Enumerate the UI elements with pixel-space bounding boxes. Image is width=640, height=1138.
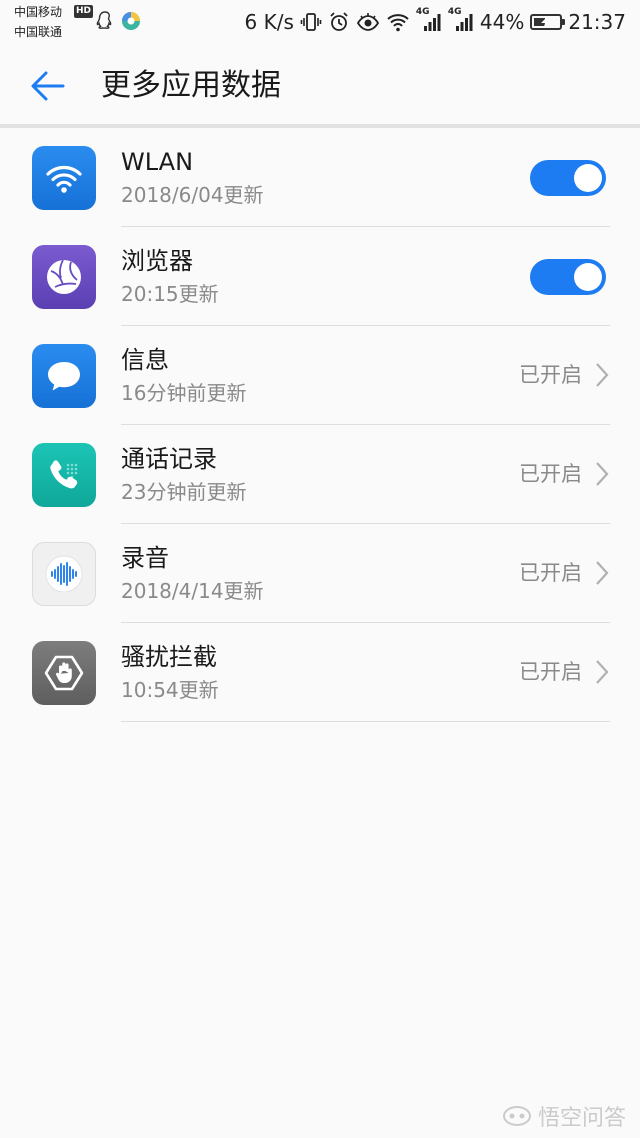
app-name: 骚扰拦截	[121, 643, 217, 671]
recorder-app-icon	[32, 542, 96, 606]
list-item-call-log[interactable]: 通话记录 23分钟前更新 已开启	[0, 425, 640, 524]
browser-toggle[interactable]	[530, 259, 606, 295]
divider	[121, 721, 610, 722]
battery-percent: 44%	[479, 10, 525, 34]
watermark-text: 悟空问答	[537, 1106, 626, 1131]
chevron-right-icon	[596, 561, 609, 585]
app-name: 通话记录	[121, 445, 217, 473]
harassment-block-app-icon	[32, 641, 96, 705]
app-name: 信息	[121, 346, 169, 374]
watermark: 悟空问答	[502, 1100, 626, 1132]
status-text: 已开启	[519, 660, 582, 684]
app-name: 录音	[121, 544, 169, 572]
carrier-2-label: 中国联通	[14, 25, 63, 39]
back-button[interactable]	[20, 62, 76, 110]
chevron-right-icon	[596, 660, 609, 684]
wlan-toggle[interactable]	[530, 160, 606, 196]
app-name: 浏览器	[121, 247, 193, 275]
hd-badge: HD	[74, 5, 94, 18]
app-update-time: 10:54更新	[121, 678, 219, 702]
status-bar-right: 6 K/s 4G 4G 44% 21:37	[245, 7, 626, 37]
colorful-app-icon	[122, 12, 140, 30]
clock: 21:37	[568, 10, 626, 34]
messages-app-icon	[32, 344, 96, 408]
chevron-right-icon	[596, 363, 609, 387]
carrier-1-label: 中国移动	[14, 5, 63, 19]
app-update-time: 2018/6/04更新	[121, 183, 264, 207]
alarm-icon	[330, 12, 348, 31]
status-text: 已开启	[519, 462, 582, 486]
browser-app-icon	[32, 245, 96, 309]
chevron-right-icon	[596, 462, 609, 486]
status-text: 已开启	[519, 363, 582, 387]
title-bar: 更多应用数据	[0, 44, 640, 126]
network-speed: 6 K/s	[244, 10, 294, 34]
phone-app-icon	[32, 443, 96, 507]
wifi-icon	[387, 14, 409, 32]
wukong-logo-icon	[502, 1106, 531, 1126]
app-update-time: 2018/4/14更新	[121, 579, 264, 603]
list-item-recorder[interactable]: 录音 2018/4/14更新 已开启	[0, 524, 640, 623]
vibrate-icon	[300, 13, 322, 31]
list-item-wlan[interactable]: WLAN 2018/6/04更新	[0, 128, 640, 227]
app-list: WLAN 2018/6/04更新 浏览器 20:15更新 信息 16分钟前更新	[0, 128, 640, 722]
signal-icon: 4G	[416, 7, 442, 33]
status-bar: 中国移动 HD 中国联通 6 K/s 4G 4G 44% 21:37	[0, 0, 640, 44]
toggle-knob	[574, 164, 602, 192]
signal-icon: 4G	[448, 7, 474, 33]
app-update-time: 16分钟前更新	[121, 381, 247, 405]
arrow-left-icon	[31, 71, 65, 101]
status-text: 已开启	[519, 561, 582, 585]
app-update-time: 20:15更新	[121, 282, 219, 306]
toggle-knob	[574, 263, 602, 291]
wifi-app-icon	[32, 146, 96, 210]
eye-icon	[356, 13, 379, 31]
qq-icon	[96, 11, 112, 29]
list-item-harassment-block[interactable]: 骚扰拦截 10:54更新 已开启	[0, 623, 640, 722]
app-update-time: 23分钟前更新	[121, 480, 247, 504]
page-title: 更多应用数据	[101, 68, 281, 103]
list-item-messages[interactable]: 信息 16分钟前更新 已开启	[0, 326, 640, 425]
battery-charging-icon	[530, 14, 566, 30]
list-item-browser[interactable]: 浏览器 20:15更新	[0, 227, 640, 326]
app-name: WLAN	[121, 148, 194, 176]
